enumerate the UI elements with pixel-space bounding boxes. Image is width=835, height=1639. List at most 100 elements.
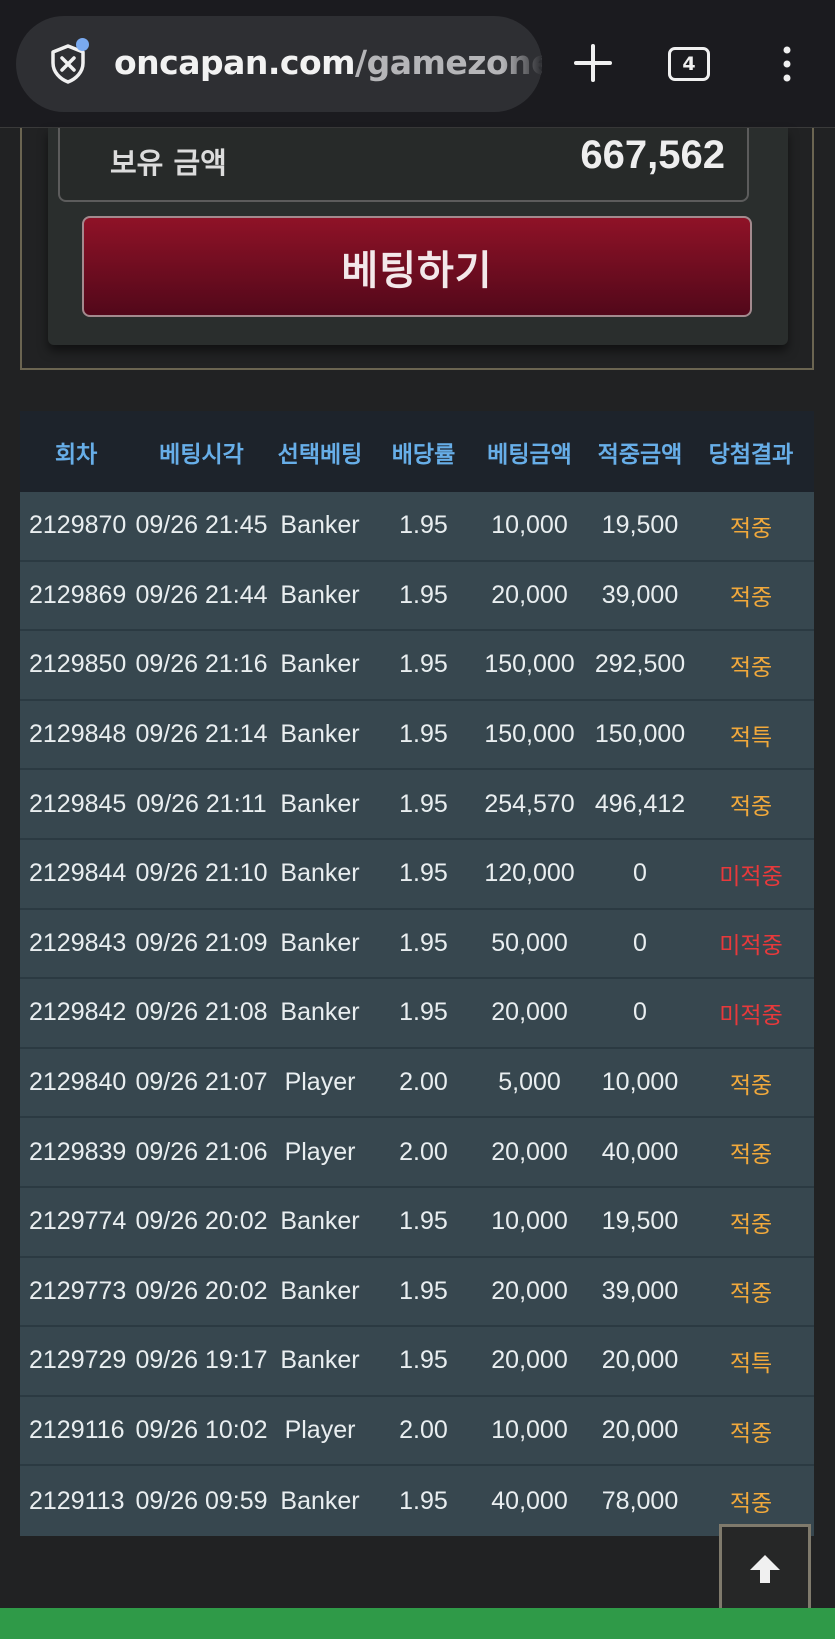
- cell-result: 미적중: [719, 1002, 783, 1029]
- cell-odds: 2.00: [399, 1068, 448, 1097]
- cell-bet-amount: 150,000: [484, 720, 575, 749]
- cell-bet-time: 09/26 21:09: [135, 928, 268, 957]
- table-row: 2129869 09/26 21:44 Banker 1.95 20,000 39,000…: [20, 561, 814, 632]
- cell-result: 적중: [729, 1491, 773, 1518]
- cell-result: 적중: [729, 515, 773, 542]
- url-text[interactable]: oncapan.com/gamezone: [114, 43, 542, 82]
- cell-round: 2129844: [29, 859, 127, 888]
- cell-round: 2129870: [29, 511, 127, 540]
- cell-odds: 1.95: [399, 1486, 448, 1515]
- kebab-menu-icon[interactable]: [772, 44, 802, 84]
- cell-bet-amount: 20,000: [491, 1137, 568, 1166]
- cell-bet-time: 09/26 20:02: [135, 1207, 268, 1236]
- cell-selection: Banker: [280, 789, 360, 818]
- cell-win-amount: 20,000: [601, 1416, 679, 1445]
- cell-bet-time: 09/26 21:11: [136, 789, 267, 818]
- cell-result: 적특: [729, 724, 773, 751]
- cell-selection: Banker: [280, 650, 360, 679]
- balance-label: 보유 금액: [110, 146, 227, 180]
- cell-round: 2129842: [29, 998, 127, 1027]
- cell-win-amount: 0: [633, 998, 647, 1027]
- cell-odds: 2.00: [399, 1137, 448, 1166]
- cell-odds: 1.95: [399, 580, 448, 609]
- cell-bet-amount: 20,000: [491, 1346, 568, 1375]
- cell-result: 적중: [729, 1420, 773, 1447]
- cell-result: 적중: [729, 585, 773, 612]
- cell-selection: Banker: [280, 580, 360, 609]
- cell-result: 적중: [729, 654, 773, 681]
- cell-win-amount: 39,000: [601, 1276, 679, 1305]
- cell-round: 2129773: [29, 1276, 127, 1305]
- url-domain: oncapan.com: [114, 43, 356, 82]
- cell-win-amount: 19,500: [601, 1207, 679, 1236]
- table-body: 2129870 09/26 21:45 Banker 1.95 10,000 19,500…: [20, 492, 814, 1536]
- cell-odds: 1.95: [399, 789, 448, 818]
- plus-icon[interactable]: [570, 40, 616, 86]
- cell-odds: 1.95: [399, 928, 448, 957]
- header-bet-time: 베팅시각: [159, 441, 244, 468]
- address-bar[interactable]: oncapan.com/gamezone: [16, 16, 542, 112]
- cell-win-amount: 39,000: [601, 580, 679, 609]
- cell-odds: 1.95: [399, 650, 448, 679]
- table-row: 2129839 09/26 21:06 Player 2.00 20,000 40,000…: [20, 1118, 814, 1188]
- cell-win-amount: 0: [633, 928, 647, 957]
- cell-win-amount: 292,500: [594, 650, 686, 679]
- cell-bet-time: 09/26 21:07: [135, 1068, 268, 1097]
- notification-dot: [76, 38, 89, 51]
- cell-result: 적중: [729, 1072, 773, 1099]
- cell-win-amount: 10,000: [601, 1068, 679, 1097]
- header-selection: 선택베팅: [277, 441, 363, 468]
- cell-result: 미적중: [719, 933, 783, 960]
- cell-bet-time: 09/26 21:44: [135, 580, 268, 609]
- cell-selection: Banker: [280, 720, 360, 749]
- table-header: 회차 베팅시각 선택베팅 배당률 베팅금액 적중금액 당첨결과: [20, 411, 814, 492]
- cell-bet-amount: 120,000: [484, 859, 575, 888]
- scroll-to-top-button[interactable]: [719, 1524, 811, 1614]
- cell-round: 2129843: [29, 928, 127, 957]
- cell-win-amount: 496,412: [594, 789, 686, 818]
- table-row: 2129843 09/26 21:09 Banker 1.95 50,000 0 미적중: [20, 909, 814, 980]
- cell-bet-time: 09/26 19:17: [135, 1346, 268, 1375]
- table-row: 2129116 09/26 10:02 Player 2.00 10,000 20,000…: [20, 1396, 814, 1467]
- cell-result: 미적중: [719, 863, 783, 890]
- arrow-up-icon: [750, 1555, 780, 1583]
- table-row: 2129113 09/26 09:59 Banker 1.95 40,000 78,000…: [20, 1466, 814, 1536]
- cell-selection: Player: [284, 1137, 356, 1166]
- cell-selection: Banker: [280, 998, 360, 1027]
- tab-switcher-button[interactable]: 4: [668, 47, 710, 81]
- table-row: 2129773 09/26 20:02 Banker 1.95 20,000 39,000…: [20, 1257, 814, 1328]
- table-row: 2129844 09/26 21:10 Banker 1.95 120,000 0 미적중: [20, 839, 814, 910]
- table-row: 2129774 09/26 20:02 Banker 1.95 10,000 19,500…: [20, 1187, 814, 1258]
- cell-odds: 1.95: [399, 511, 448, 540]
- cell-selection: Player: [284, 1416, 356, 1445]
- tab-count: 4: [682, 53, 696, 75]
- cell-bet-time: 09/26 20:02: [135, 1276, 268, 1305]
- cell-odds: 2.00: [399, 1416, 448, 1445]
- cell-odds: 1.95: [399, 720, 448, 749]
- cell-round: 2129729: [29, 1346, 127, 1375]
- cell-bet-amount: 10,000: [491, 1207, 568, 1236]
- header-bet-amount: 베팅금액: [487, 441, 572, 468]
- table-row: 2129848 09/26 21:14 Banker 1.95 150,000 150,0…: [20, 700, 814, 771]
- cell-round: 2129116: [29, 1416, 125, 1445]
- cell-selection: Banker: [280, 511, 360, 540]
- cell-result: 적특: [729, 1350, 773, 1377]
- table-row: 2129842 09/26 21:08 Banker 1.95 20,000 0 미적중: [20, 979, 814, 1049]
- cell-selection: Player: [284, 1068, 356, 1097]
- cell-bet-amount: 10,000: [491, 1416, 568, 1445]
- header-round: 회차: [55, 441, 98, 468]
- cell-bet-time: 09/26 21:16: [135, 650, 268, 679]
- table-row: 2129729 09/26 19:17 Banker 1.95 20,000 20,000…: [20, 1327, 814, 1397]
- url-fade: [502, 16, 542, 112]
- cell-selection: Banker: [280, 1486, 360, 1515]
- cell-odds: 1.95: [399, 1276, 448, 1305]
- cell-round: 2129869: [29, 580, 127, 609]
- table-row: 2129850 09/26 21:16 Banker 1.95 150,000 292,5…: [20, 631, 814, 701]
- cell-odds: 1.95: [399, 859, 448, 888]
- cell-round: 2129839: [29, 1137, 127, 1166]
- cell-result: 적중: [729, 794, 773, 821]
- cell-bet-amount: 20,000: [491, 580, 568, 609]
- cell-bet-time: 09/26 21:45: [135, 511, 268, 540]
- place-bet-button[interactable]: 베팅하기: [82, 216, 752, 317]
- cell-win-amount: 40,000: [601, 1137, 679, 1166]
